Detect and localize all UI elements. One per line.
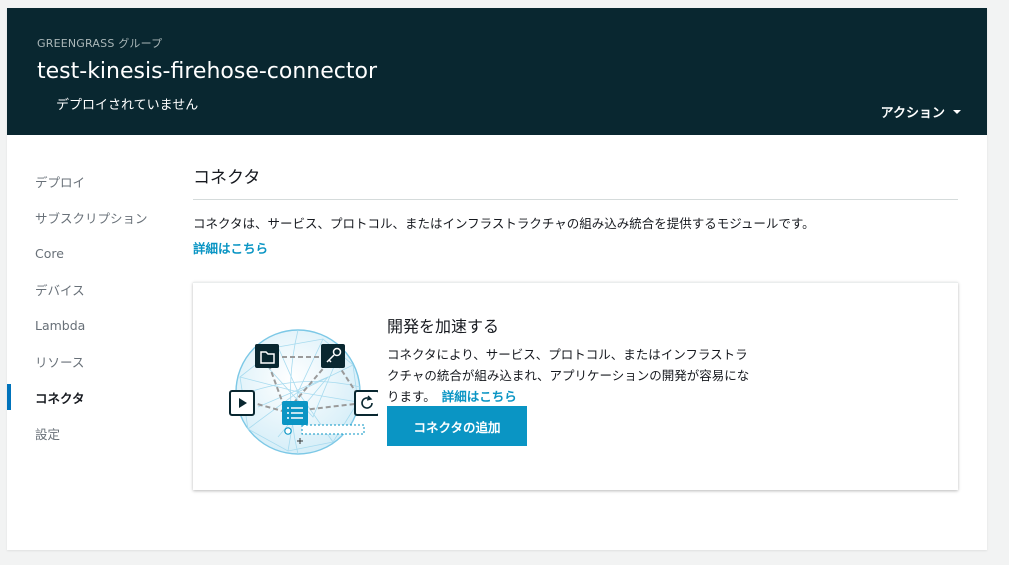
actions-label: アクション bbox=[880, 106, 945, 121]
nav-item-resources[interactable]: リソース bbox=[7, 343, 177, 379]
group-type-label: GREENGRASS グループ bbox=[37, 37, 163, 50]
main-content: コネクタ コネクタは、サービス、プロトコル、またはインフラストラクチャの組み込み… bbox=[193, 163, 958, 257]
nav-item-subscriptions[interactable]: サブスクリプション bbox=[7, 199, 177, 235]
page-header: GREENGRASS グループ test-kinesis-firehose-co… bbox=[7, 8, 987, 135]
nav-item-deploy[interactable]: デプロイ bbox=[7, 163, 177, 199]
folder-icon bbox=[255, 344, 279, 368]
connector-network-illustration bbox=[229, 329, 378, 455]
nav-item-core[interactable]: Core bbox=[7, 235, 177, 271]
actions-dropdown[interactable]: アクション bbox=[881, 102, 961, 121]
nav-item-settings[interactable]: 設定 bbox=[7, 415, 177, 451]
empty-state-card: 開発を加速する コネクタにより、サービス、プロトコル、またはインフラストラクチャ… bbox=[193, 282, 958, 490]
side-navigation: デプロイ サブスクリプション Core デバイス Lambda リソース コネク… bbox=[7, 163, 177, 451]
section-divider bbox=[193, 199, 958, 200]
learn-more-link[interactable]: 詳細はこちら bbox=[193, 238, 268, 257]
card-description: コネクタにより、サービス、プロトコル、またはインフラストラクチャの統合が組み込ま… bbox=[387, 344, 757, 407]
console-frame: GREENGRASS グループ test-kinesis-firehose-co… bbox=[7, 8, 987, 550]
nav-item-connectors[interactable]: コネクタ bbox=[7, 379, 177, 415]
refresh-icon bbox=[354, 390, 378, 416]
deploy-status: デプロイされていません bbox=[56, 98, 199, 113]
nav-item-lambda[interactable]: Lambda bbox=[7, 307, 177, 343]
card-title: 開発を加速する bbox=[387, 317, 500, 336]
section-description: コネクタは、サービス、プロトコル、またはインフラストラクチャの組み込み統合を提供… bbox=[193, 216, 815, 231]
page-title: test-kinesis-firehose-connector bbox=[37, 59, 377, 84]
section-title: コネクタ bbox=[193, 168, 261, 188]
add-connector-button[interactable]: コネクタの追加 bbox=[387, 406, 527, 446]
nav-item-devices[interactable]: デバイス bbox=[7, 271, 177, 307]
card-learn-more-link[interactable]: 詳細はこちら bbox=[442, 389, 517, 404]
caret-down-icon bbox=[953, 110, 961, 114]
